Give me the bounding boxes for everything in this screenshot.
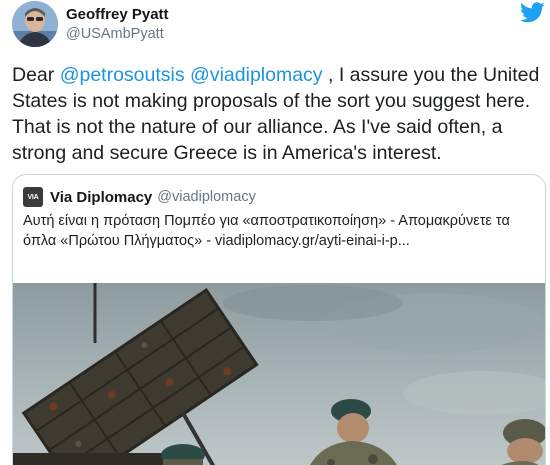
quoted-author-avatar[interactable]: VIA [23,187,43,207]
author-handle[interactable]: @USAmbPyatt [66,24,169,44]
author-block: Geoffrey Pyatt @USAmbPyatt [66,6,169,44]
author-name[interactable]: Geoffrey Pyatt [66,6,169,24]
quoted-tweet-header: VIA Via Diplomacy @viadiplomacy [23,187,256,207]
mention-viadiplomacy[interactable]: @viadiplomacy [190,64,323,86]
tweet-text: Dear @petrosoutsis @viadiplomacy , I ass… [12,62,542,166]
quoted-tweet-text: Αυτή είναι η πρόταση Πομπέο για «αποστρα… [23,213,510,249]
quoted-author-handle[interactable]: @viadiplomacy [157,189,256,205]
author-avatar[interactable] [12,1,58,47]
quoted-author-name[interactable]: Via Diplomacy [50,189,152,206]
mention-petrosoutsis[interactable]: @petrosoutsis [60,64,185,86]
embedded-tweet: Geoffrey Pyatt @USAmbPyatt Dear @petroso… [0,0,550,465]
quoted-tweet-image[interactable] [13,283,546,465]
tweet-text-prefix: Dear [12,64,60,86]
quoted-tweet-card[interactable]: VIA Via Diplomacy @viadiplomacy Αυτή είν… [12,174,546,465]
twitter-bird-icon[interactable] [520,2,545,23]
